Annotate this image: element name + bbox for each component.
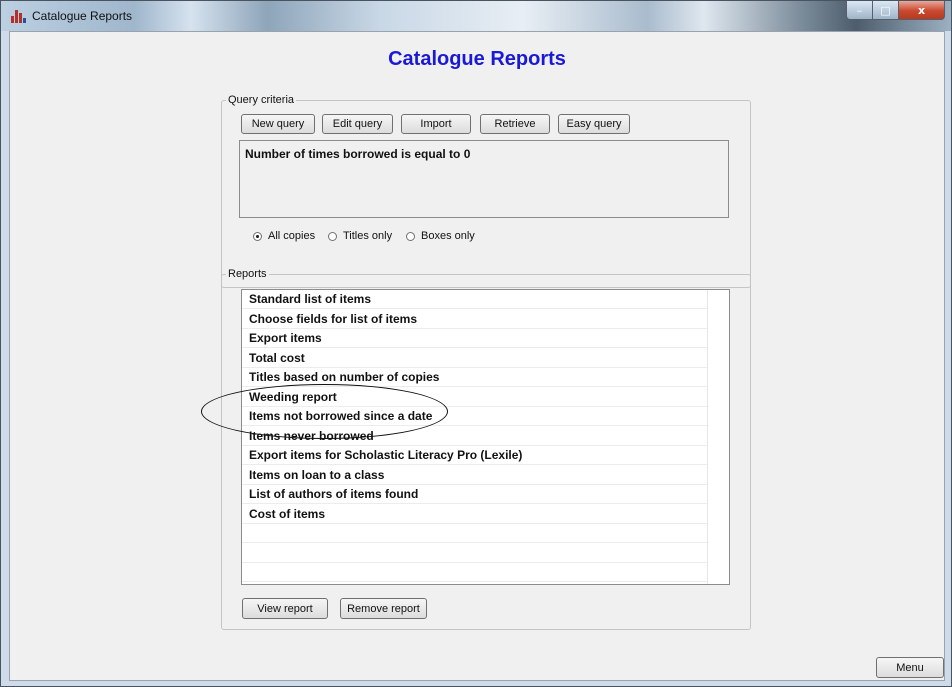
minimize-button[interactable]: – bbox=[846, 1, 873, 20]
import-button[interactable]: Import bbox=[401, 114, 471, 134]
query-criteria-legend: Query criteria bbox=[228, 94, 295, 106]
reports-list[interactable]: Standard list of items Choose fields for… bbox=[241, 289, 730, 585]
radio-titles-only[interactable]: Titles only bbox=[328, 230, 392, 242]
retrieve-button[interactable]: Retrieve bbox=[480, 114, 550, 134]
report-item[interactable]: Export items for Scholastic Literacy Pro… bbox=[242, 446, 707, 465]
report-item[interactable]: Items not borrowed since a date bbox=[242, 407, 707, 426]
view-report-button[interactable]: View report bbox=[242, 598, 328, 619]
report-item[interactable]: Choose fields for list of items bbox=[242, 310, 707, 329]
radio-boxes-only-label: Boxes only bbox=[421, 230, 475, 242]
page-title: Catalogue Reports bbox=[388, 48, 566, 70]
report-item[interactable]: Items on loan to a class bbox=[242, 466, 707, 485]
radio-titles-only-label: Titles only bbox=[343, 230, 393, 242]
edit-query-button[interactable]: Edit query bbox=[322, 114, 393, 134]
app-window: Catalogue Reports – □ x Catalogue Report… bbox=[0, 0, 952, 687]
client-area: Catalogue Reports Query criteria New que… bbox=[9, 31, 945, 681]
empty-row bbox=[242, 563, 707, 582]
menu-button[interactable]: Menu bbox=[876, 657, 944, 678]
app-chart-icon bbox=[11, 10, 26, 23]
radio-all-copies-label: All copies bbox=[268, 230, 316, 242]
report-item[interactable]: Standard list of items bbox=[242, 290, 707, 309]
report-item[interactable]: Cost of items bbox=[242, 505, 707, 524]
new-query-button[interactable]: New query bbox=[241, 114, 315, 134]
list-column-divider bbox=[707, 290, 708, 584]
query-text: Number of times borrowed is equal to 0 bbox=[245, 147, 471, 161]
radio-unselected-icon[interactable] bbox=[328, 231, 337, 241]
report-item[interactable]: Export items bbox=[242, 329, 707, 348]
query-text-box[interactable]: Number of times borrowed is equal to 0 bbox=[239, 140, 729, 218]
radio-all-copies[interactable]: All copies bbox=[253, 230, 315, 242]
report-item[interactable]: Titles based on number of copies bbox=[242, 368, 707, 387]
close-button[interactable]: x bbox=[899, 1, 945, 20]
maximize-button[interactable]: □ bbox=[873, 1, 899, 20]
report-item[interactable]: List of authors of items found bbox=[242, 485, 707, 504]
empty-row bbox=[242, 544, 707, 563]
radio-unselected-icon[interactable] bbox=[406, 231, 415, 241]
easy-query-button[interactable]: Easy query bbox=[558, 114, 630, 134]
remove-report-button[interactable]: Remove report bbox=[340, 598, 427, 619]
empty-row bbox=[242, 524, 707, 543]
report-item[interactable]: Total cost bbox=[242, 349, 707, 368]
radio-boxes-only[interactable]: Boxes only bbox=[406, 230, 475, 242]
title-bar[interactable]: Catalogue Reports – □ x bbox=[1, 1, 951, 31]
radio-selected-icon[interactable] bbox=[253, 231, 262, 241]
window-title: Catalogue Reports bbox=[32, 9, 133, 23]
report-item[interactable]: Items never borrowed bbox=[242, 427, 707, 446]
report-item[interactable]: Weeding report bbox=[242, 388, 707, 407]
reports-legend: Reports bbox=[228, 268, 267, 280]
